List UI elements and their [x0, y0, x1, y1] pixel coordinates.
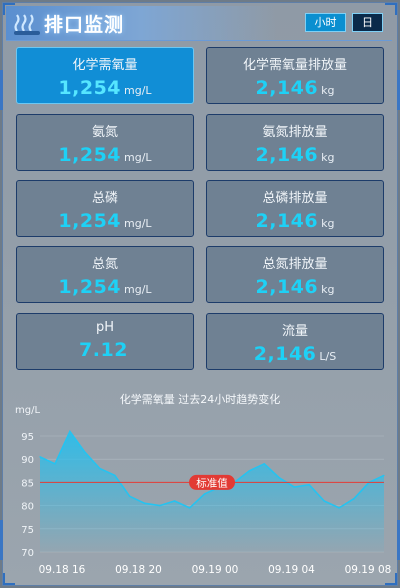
- data-point: [338, 507, 340, 509]
- x-tick-label: 09.18 16: [39, 564, 86, 576]
- data-point: [248, 470, 250, 472]
- data-point: [383, 474, 385, 477]
- y-tick-label: 90: [21, 455, 34, 466]
- threshold-label: 标准值: [196, 476, 228, 489]
- x-tick-label: 09.19 04: [268, 564, 315, 576]
- data-point: [188, 507, 191, 509]
- y-tick-label: 95: [21, 432, 34, 443]
- data-point: [39, 456, 41, 458]
- y-tick-label: 85: [21, 478, 34, 489]
- data-point: [144, 502, 146, 504]
- data-point: [129, 495, 131, 497]
- data-point: [114, 474, 116, 477]
- trend-chart: 70 75 80 85 90 95 标准值 09.18 16 09.18 20 09.19 00 0…: [21, 429, 392, 576]
- data-point: [293, 486, 295, 488]
- data-point: [69, 430, 71, 432]
- x-tick-label: 09.18 20: [115, 564, 162, 576]
- data-point: [54, 463, 56, 465]
- data-point: [84, 451, 86, 453]
- y-tick-label: 80: [21, 502, 34, 513]
- data-point: [353, 498, 355, 500]
- data-point: [174, 500, 176, 502]
- y-tick-label: 75: [21, 525, 34, 536]
- data-point: [278, 477, 280, 479]
- x-tick-label: 09.19 00: [192, 564, 239, 576]
- y-tick-label: 70: [21, 548, 34, 559]
- data-point: [308, 484, 310, 486]
- data-point: [323, 500, 325, 502]
- data-point: [263, 463, 265, 465]
- data-point: [159, 505, 161, 507]
- data-point: [203, 493, 206, 495]
- x-tick-label: 09.19 08: [345, 564, 392, 576]
- data-point: [99, 467, 101, 470]
- series-area: [40, 431, 384, 552]
